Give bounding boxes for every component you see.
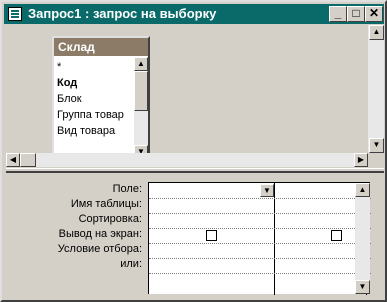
grid-row-labels: Поле: Имя таблицы: Сортировка: Вывод на … [6,182,146,272]
minimize-button[interactable]: _ [329,6,347,22]
show-checkbox[interactable] [331,230,342,241]
arrow-down-icon[interactable]: ▼ [355,280,370,294]
chevron-down-icon[interactable]: ▼ [260,184,274,197]
query-window: Запрос1 : запрос на выборку _ □ ✕ Склад … [0,0,387,302]
maximize-button[interactable]: □ [347,6,365,22]
table-field-list[interactable]: Склад * Код Блок Группа товар Вид товара… [52,36,150,161]
arrow-up-icon[interactable]: ▲ [355,183,370,197]
table-title[interactable]: Склад [54,38,148,56]
design-grid-pane: Поле: Имя таблицы: Сортировка: Вывод на … [6,174,384,300]
row-label-criteria: Условие отбора: [57,243,142,255]
grid-vertical-scrollbar[interactable]: ▲ ▼ [355,183,370,294]
upper-vertical-scrollbar[interactable]: ▲ ▼ [368,25,384,153]
grid-row-divider [149,273,371,274]
grid-row-divider [149,198,371,199]
title-bar[interactable]: Запрос1 : запрос на выборку _ □ ✕ [4,4,384,24]
window-title: Запрос1 : запрос на выборку [28,6,217,21]
field-cell[interactable] [150,184,260,197]
scroll-corner [368,153,384,167]
grid-row-divider [149,243,371,244]
upper-horizontal-scrollbar[interactable]: ◀ ▶ [6,153,368,167]
grid-row-divider [149,228,371,229]
table-pane: Склад * Код Блок Группа товар Вид товара… [6,25,384,167]
arrow-right-icon[interactable]: ▶ [354,153,368,167]
row-label-field: Поле: [112,183,142,195]
row-label-or: или: [120,258,142,270]
grid-row-divider [149,213,371,214]
design-grid: ▼ ▲ ▼ [148,182,371,295]
grid-column-2[interactable] [275,183,367,295]
field-item[interactable]: Вид товара [57,123,133,139]
show-checkbox[interactable] [206,230,217,241]
arrow-up-icon[interactable]: ▲ [369,25,384,40]
close-button[interactable]: ✕ [365,6,383,22]
field-item[interactable]: * [57,59,133,75]
row-label-table: Имя таблицы: [70,198,142,210]
field-item-key[interactable]: Код [57,75,133,91]
pane-splitter[interactable] [6,168,384,173]
field-item[interactable]: Группа товар [57,107,133,123]
row-label-sort: Сортировка: [78,213,142,225]
row-label-show: Вывод на экран: [58,228,142,240]
arrow-up-icon[interactable]: ▲ [134,57,148,71]
scroll-thumb[interactable] [20,153,36,167]
query-icon[interactable] [8,7,22,21]
arrow-left-icon[interactable]: ◀ [6,153,20,167]
field-cell[interactable] [277,184,365,197]
grid-row-divider [149,258,371,259]
field-list-scrollbar[interactable]: ▲ ▼ [134,57,148,159]
arrow-down-icon[interactable]: ▼ [369,138,384,153]
field-list: * Код Блок Группа товар Вид товара [57,59,133,139]
field-item[interactable]: Блок [57,91,133,107]
scroll-thumb[interactable] [134,71,148,111]
